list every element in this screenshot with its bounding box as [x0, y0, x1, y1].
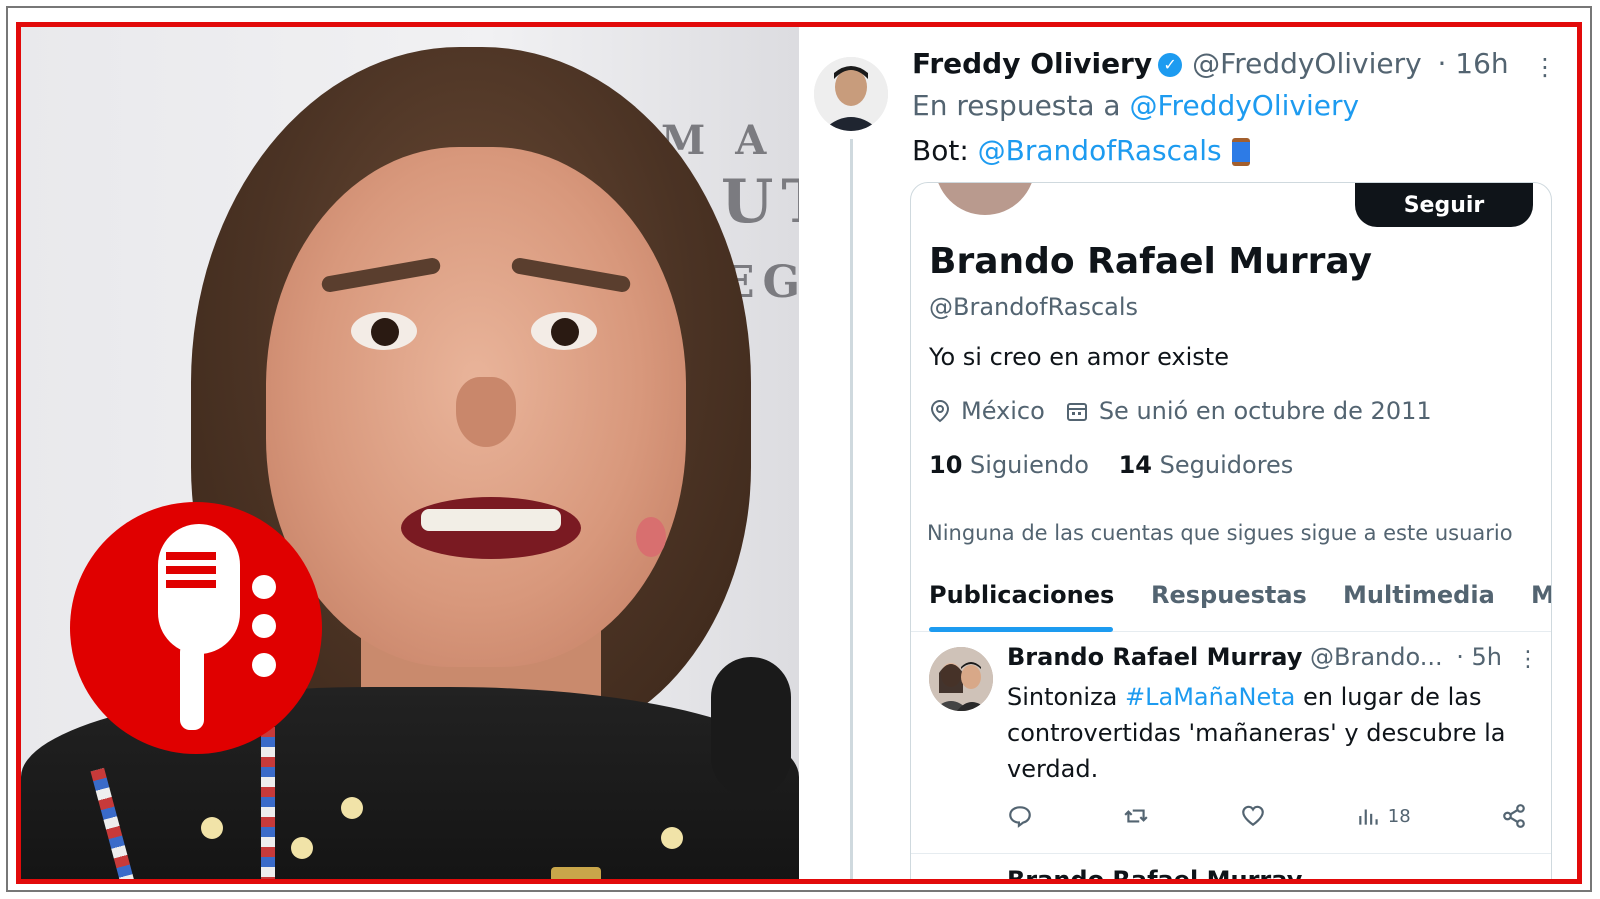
red-border-frame — [16, 22, 1582, 884]
